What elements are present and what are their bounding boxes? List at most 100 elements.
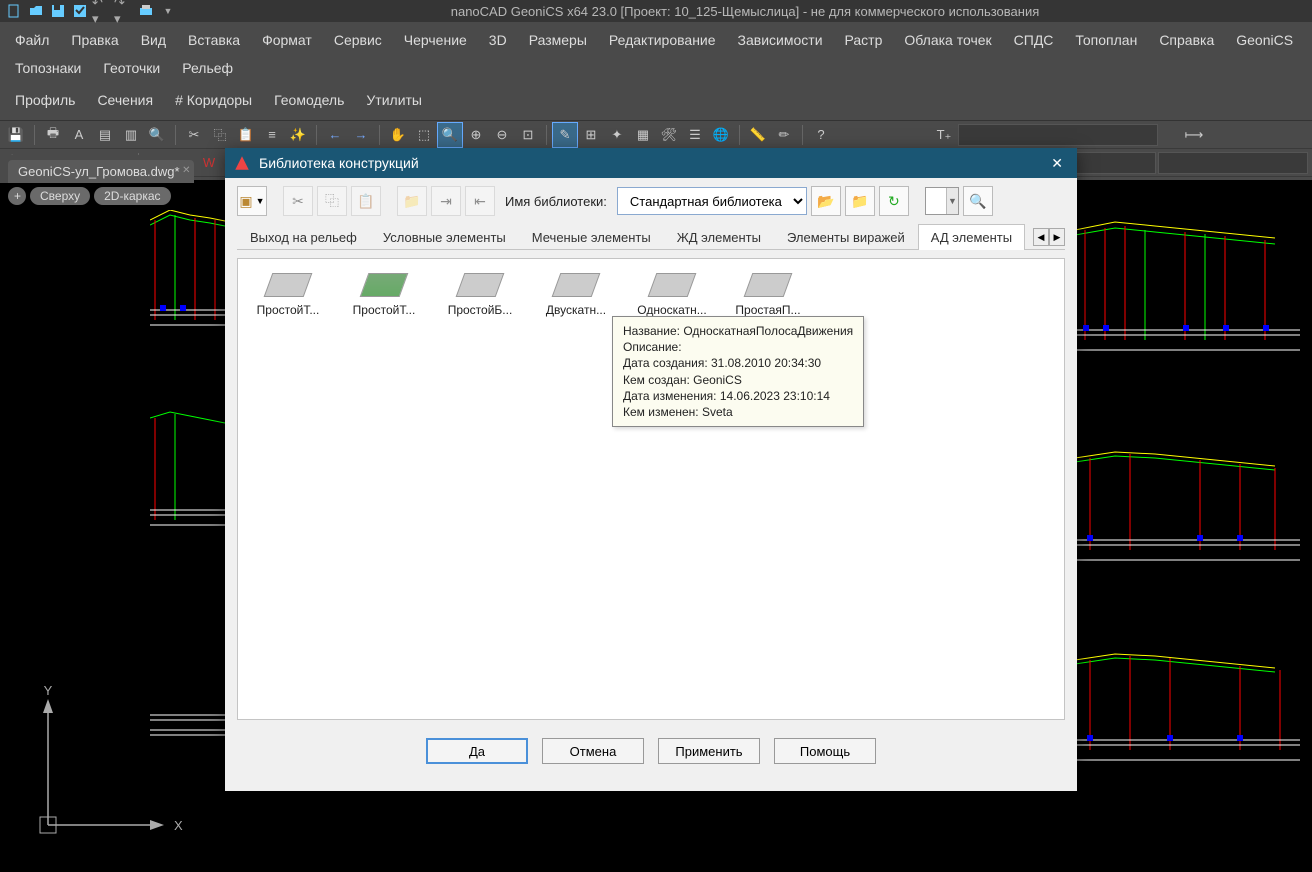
- filter-select[interactable]: ▼: [925, 187, 959, 215]
- dialog-titlebar[interactable]: Библиотека конструкций ✕: [225, 148, 1077, 178]
- menu-item[interactable]: Сервис: [323, 26, 393, 54]
- doc-icon[interactable]: ▤: [93, 123, 117, 147]
- tab-scroll-right[interactable]: ▶: [1049, 228, 1065, 246]
- pan-icon[interactable]: ✋: [386, 123, 410, 147]
- layers-icon[interactable]: ▦: [631, 123, 655, 147]
- library-item[interactable]: Односкатн...: [636, 273, 708, 317]
- menu-item[interactable]: Утилиты: [355, 86, 433, 114]
- help-button[interactable]: Помощь: [774, 738, 876, 764]
- back-icon[interactable]: ←: [323, 123, 347, 147]
- zoom-all-icon[interactable]: ⊡: [516, 123, 540, 147]
- edit-icon[interactable]: ✎: [553, 123, 577, 147]
- refresh-icon[interactable]: ↻: [879, 186, 909, 216]
- menu-item[interactable]: Вставка: [177, 26, 251, 54]
- menu-item[interactable]: Справка: [1148, 26, 1225, 54]
- cut-icon[interactable]: ✂: [182, 123, 206, 147]
- print-icon[interactable]: [136, 2, 156, 20]
- yes-button[interactable]: Да: [426, 738, 528, 764]
- library-select[interactable]: Стандартная библиотека: [617, 187, 807, 215]
- word-icon[interactable]: W: [197, 151, 221, 175]
- menu-item[interactable]: Профиль: [4, 86, 86, 114]
- measure-icon[interactable]: 📏: [746, 123, 770, 147]
- library-item[interactable]: ПростойТ...: [252, 273, 324, 317]
- document-tab[interactable]: GeoniCS-ул_Громова.dwg* ✕: [8, 160, 194, 183]
- menu-item[interactable]: Размеры: [518, 26, 598, 54]
- grid-icon[interactable]: ⊞: [579, 123, 603, 147]
- close-icon[interactable]: ✕: [182, 165, 190, 176]
- menu-item[interactable]: Топознаки: [4, 54, 92, 82]
- add-view-button[interactable]: +: [8, 187, 26, 205]
- dialog-tab[interactable]: Элементы виражей: [774, 224, 918, 250]
- menu-item[interactable]: Облака точек: [893, 26, 1002, 54]
- draw-icon[interactable]: ✏: [772, 123, 796, 147]
- import-icon[interactable]: ⇥: [431, 186, 461, 216]
- open-lib-icon[interactable]: 📂: [811, 186, 841, 216]
- paste-icon[interactable]: 📋: [234, 123, 258, 147]
- tools-icon[interactable]: 🛠: [657, 123, 681, 147]
- open-icon[interactable]: [26, 2, 46, 20]
- undo-icon[interactable]: ↶ ▾: [92, 2, 112, 20]
- preview-icon[interactable]: 🔍: [963, 186, 993, 216]
- dialog-tab[interactable]: Меченые элементы: [519, 224, 664, 250]
- print-icon[interactable]: 🖶: [41, 123, 65, 147]
- search-icon[interactable]: 🔍: [145, 123, 169, 147]
- menu-item[interactable]: Сечения: [86, 86, 164, 114]
- library-item[interactable]: ПростойТ...: [348, 273, 420, 317]
- menu-item[interactable]: Топоплан: [1064, 26, 1148, 54]
- text-icon[interactable]: A: [67, 123, 91, 147]
- dialog-tab[interactable]: ЖД элементы: [664, 224, 774, 250]
- save-lib-icon[interactable]: 📁: [845, 186, 875, 216]
- new-icon[interactable]: [4, 2, 24, 20]
- lineweight-input[interactable]: [1158, 152, 1308, 174]
- snap-icon[interactable]: ✦: [605, 123, 629, 147]
- menu-item[interactable]: Вид: [130, 26, 177, 54]
- export-icon[interactable]: ⇤: [465, 186, 495, 216]
- library-item[interactable]: ПростойБ...: [444, 273, 516, 317]
- library-item[interactable]: ПростаяП...: [732, 273, 804, 317]
- menu-item[interactable]: Формат: [251, 26, 323, 54]
- menu-item[interactable]: # Коридоры: [164, 86, 263, 114]
- menu-item[interactable]: Геомодель: [263, 86, 355, 114]
- page-icon[interactable]: ▥: [119, 123, 143, 147]
- menu-item[interactable]: Рельеф: [171, 54, 244, 82]
- wand-icon[interactable]: ✨: [286, 123, 310, 147]
- zoom-in-icon[interactable]: ⊕: [464, 123, 488, 147]
- close-icon[interactable]: ✕: [1045, 155, 1069, 172]
- menu-item[interactable]: Растр: [834, 26, 894, 54]
- saveall-icon[interactable]: [70, 2, 90, 20]
- view-badge-top[interactable]: Сверху: [30, 187, 90, 205]
- titlebar-dropdown-icon[interactable]: ▼: [158, 2, 178, 20]
- dialog-tab[interactable]: Условные элементы: [370, 224, 519, 250]
- menu-item[interactable]: Черчение: [393, 26, 478, 54]
- save-icon[interactable]: 💾: [4, 123, 28, 147]
- tab-scroll-left[interactable]: ◀: [1033, 228, 1049, 246]
- dim-style-icon[interactable]: ⟼: [1182, 123, 1206, 147]
- view-badge-wireframe[interactable]: 2D-каркас: [94, 187, 170, 205]
- globe-icon[interactable]: 🌐: [709, 123, 733, 147]
- apply-button[interactable]: Применить: [658, 738, 760, 764]
- menu-item[interactable]: Геоточки: [92, 54, 171, 82]
- menu-item[interactable]: Зависимости: [727, 26, 834, 54]
- save-icon[interactable]: [48, 2, 68, 20]
- zoom-extents-icon[interactable]: ⬚: [412, 123, 436, 147]
- new-folder-icon[interactable]: 📁: [397, 186, 427, 216]
- dialog-tab[interactable]: Выход на рельеф: [237, 224, 370, 250]
- cancel-button[interactable]: Отмена: [542, 738, 644, 764]
- dialog-tab[interactable]: АД элементы: [918, 224, 1025, 250]
- menu-item[interactable]: 3D: [478, 26, 518, 54]
- cut-icon[interactable]: ✂: [283, 186, 313, 216]
- zoom-out-icon[interactable]: ⊖: [490, 123, 514, 147]
- text-style-input[interactable]: [958, 124, 1158, 146]
- library-item[interactable]: Двускатн...: [540, 273, 612, 317]
- menu-item[interactable]: Редактирование: [598, 26, 727, 54]
- copy-icon[interactable]: ⿻: [208, 123, 232, 147]
- paste-icon[interactable]: 📋: [351, 186, 381, 216]
- menu-item[interactable]: Правка: [60, 26, 129, 54]
- menu-item[interactable]: Файл: [4, 26, 60, 54]
- list-icon[interactable]: ☰: [683, 123, 707, 147]
- text-style-icon[interactable]: T₊: [932, 123, 956, 147]
- menu-item[interactable]: GeoniCS: [1225, 26, 1304, 54]
- match-icon[interactable]: ≡: [260, 123, 284, 147]
- menu-item[interactable]: СПДС: [1003, 26, 1065, 54]
- view-mode-button[interactable]: ▣▼: [237, 186, 267, 216]
